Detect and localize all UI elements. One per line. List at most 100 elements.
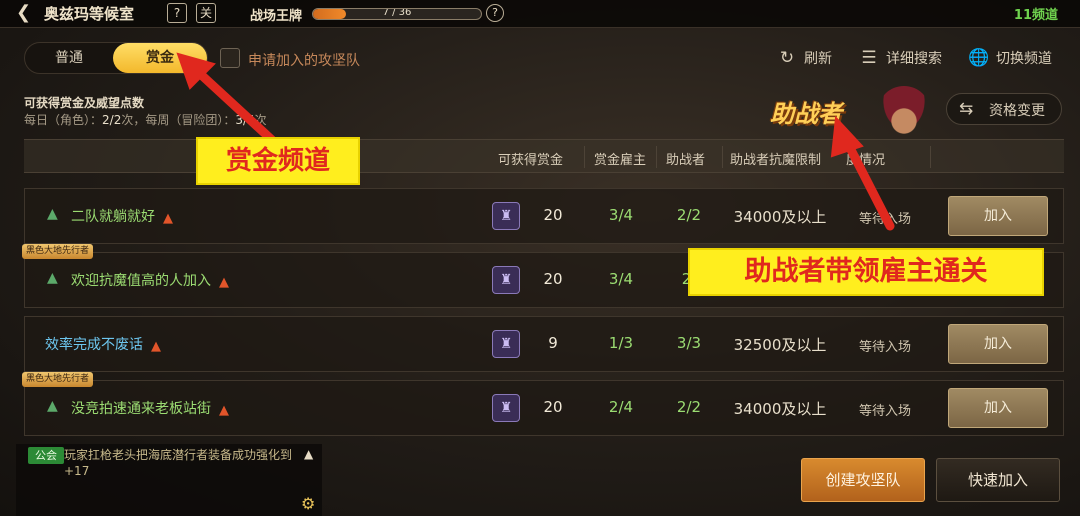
- header-reward: 可获得赏金: [498, 153, 564, 168]
- helper-portrait: [878, 86, 930, 136]
- header-divider: [930, 146, 931, 168]
- row-title-tag: 黑色大地先行者: [22, 372, 94, 387]
- cell-status: 等待入场: [858, 404, 911, 419]
- party-name-text: 二队就躺就好: [71, 209, 155, 225]
- switch-channel-label: 切换频道: [996, 51, 1052, 67]
- help-icon[interactable]: ?: [167, 3, 187, 23]
- cell-employer: 3/4: [608, 206, 634, 224]
- rank-progress-text: 7 / 36: [382, 8, 412, 18]
- header-helper: 助战者: [666, 153, 706, 168]
- cell-reward: 20: [543, 206, 563, 224]
- header-divider: [722, 146, 723, 168]
- join-button[interactable]: 加入: [948, 388, 1048, 428]
- guild-channel-tag: 公会: [28, 447, 64, 464]
- cell-helper: 3/3: [676, 334, 702, 352]
- table-row[interactable]: 效率完成不废话 ▲ ♜ 9 1/3 3/3 32500及以上 等待入场 加入: [24, 316, 1064, 372]
- reward-weekly-value: 3/4: [235, 113, 255, 127]
- sliders-icon: ☰: [861, 48, 877, 68]
- detail-search-label: 详细搜索: [886, 51, 942, 67]
- cell-helper: 2/2: [676, 398, 702, 416]
- header-divider: [656, 146, 657, 168]
- swap-icon: ⇆: [959, 99, 974, 119]
- join-button[interactable]: 加入: [948, 324, 1048, 364]
- back-arrow-icon[interactable]: ❮: [16, 2, 36, 24]
- refresh-icon: ↻: [779, 48, 795, 68]
- siren-icon: ▲: [219, 275, 229, 290]
- globe-icon: 🌐: [968, 48, 990, 68]
- party-name: 欢迎抗魔值高的人加入 ▲: [71, 270, 235, 290]
- apply-filter-label[interactable]: 申请加入的攻坚队: [248, 50, 360, 70]
- cell-limit: 34000及以上: [733, 208, 827, 226]
- rank-label: 战场王牌: [250, 9, 303, 24]
- table-row[interactable]: ▲ 二队就躺就好 ▲ ♜ 20 3/4 2/2 34000及以上 等待入场 加入: [24, 188, 1064, 244]
- reward-info-detail: 每日（角色）：2/2次，每周（冒险团）：3/4次: [24, 111, 267, 128]
- dungeon-icon: ♜: [492, 394, 520, 422]
- reward-info-title: 可获得赏金及威望点数: [24, 96, 145, 110]
- siren-icon: ▲: [151, 339, 161, 354]
- gear-icon[interactable]: ⚙: [301, 494, 315, 513]
- rank-up-icon: ▲: [47, 270, 58, 286]
- cell-helper: 2/2: [676, 206, 702, 224]
- dungeon-icon: ♜: [492, 330, 520, 358]
- reward-daily-prefix: 每日（角色）：: [24, 113, 103, 127]
- arrow-to-bounty-tab: [191, 65, 277, 145]
- cell-limit: 34000及以上: [733, 400, 827, 418]
- cell-employer: 2/4: [608, 398, 634, 416]
- switch-channel-button[interactable]: 🌐 切换频道: [968, 48, 1052, 68]
- detail-search-button[interactable]: ☰ 详细搜索: [858, 48, 942, 68]
- channel-number: 11频道: [1013, 8, 1058, 23]
- cell-employer: 3/4: [608, 270, 634, 288]
- create-party-button[interactable]: 创建攻坚队: [801, 458, 925, 502]
- rank-progress-bar: 7 / 36: [312, 8, 482, 20]
- table-header: 可获得赏金 赏金雇主 助战者 助战者抗魔限制 度情况: [24, 139, 1064, 173]
- header-progress: 度情况: [846, 153, 886, 168]
- cell-reward: 20: [543, 398, 563, 416]
- chat-panel[interactable]: 公会 玩家扛枪老头把海底潜行者装备成功强化到+17 ▲ ⚙: [16, 444, 322, 516]
- row-title-tag: 黑色大地先行者: [22, 244, 94, 259]
- table-row[interactable]: 黑色大地先行者 ▲ 没竞拍速通来老板站街 ▲ ♜ 20 2/4 2/2 34000…: [22, 372, 1064, 436]
- header-divider: [584, 146, 585, 168]
- room-title: 奥兹玛等候室: [44, 5, 135, 23]
- cell-status: 等待入场: [858, 340, 911, 355]
- quick-join-button[interactable]: 快速加入: [936, 458, 1060, 502]
- cell-status: 等待入场: [858, 212, 911, 227]
- reward-daily-value: 2/2: [102, 113, 122, 127]
- calendar-icon[interactable]: 关: [196, 3, 216, 23]
- mode-normal-button[interactable]: 普通: [25, 43, 113, 73]
- top-bar: ❮ 奥兹玛等候室 ? 关 战场王牌 7 / 36 ? 11频道: [0, 0, 1080, 28]
- rank-help-icon[interactable]: ?: [486, 4, 504, 22]
- header-limit: 助战者抗魔限制: [730, 153, 822, 168]
- mode-toggle: 普通 赏金: [24, 42, 208, 74]
- siren-icon: ▲: [219, 403, 229, 418]
- reward-daily-suffix: 次，每周（冒险团）：: [121, 113, 236, 127]
- cell-limit: 32500及以上: [733, 336, 827, 354]
- bounty-channel-annotation: 赏金频道: [196, 137, 360, 185]
- siren-icon: ▲: [163, 211, 173, 226]
- qualification-change-button[interactable]: ⇆ 资格变更: [946, 93, 1062, 125]
- party-name-text: 欢迎抗魔值高的人加入: [71, 273, 211, 289]
- refresh-label: 刷新: [804, 51, 832, 67]
- party-name: 二队就躺就好 ▲: [71, 206, 179, 226]
- cell-reward: 9: [548, 334, 558, 352]
- party-name-text: 没竞拍速通来老板站街: [71, 401, 211, 417]
- qualification-change-label: 资格变更: [989, 103, 1045, 119]
- cell-employer: 1/3: [608, 334, 634, 352]
- dungeon-icon: ♜: [492, 202, 520, 230]
- rank-up-icon: ▲: [47, 398, 58, 414]
- helper-badge-text: 助战者: [770, 100, 842, 128]
- header-employer: 赏金雇主: [594, 153, 647, 168]
- party-name: 效率完成不废话 ▲: [45, 334, 167, 354]
- helper-badge: 助战者: [770, 86, 940, 136]
- chevron-up-icon[interactable]: ▲: [304, 447, 313, 461]
- join-button[interactable]: 加入: [948, 196, 1048, 236]
- apply-filter-checkbox[interactable]: [220, 48, 240, 68]
- mode-bounty-button[interactable]: 赏金: [113, 43, 207, 73]
- party-name-text: 效率完成不废话: [45, 337, 143, 353]
- helper-annotation: 助战者带领雇主通关: [688, 248, 1044, 296]
- cell-reward: 20: [543, 270, 563, 288]
- rank-up-icon: ▲: [47, 206, 58, 222]
- refresh-button[interactable]: ↻ 刷新: [776, 48, 832, 68]
- dungeon-icon: ♜: [492, 266, 520, 294]
- chat-message: 玩家扛枪老头把海底潜行者装备成功强化到+17: [64, 448, 293, 478]
- party-name: 没竞拍速通来老板站街 ▲: [71, 398, 235, 418]
